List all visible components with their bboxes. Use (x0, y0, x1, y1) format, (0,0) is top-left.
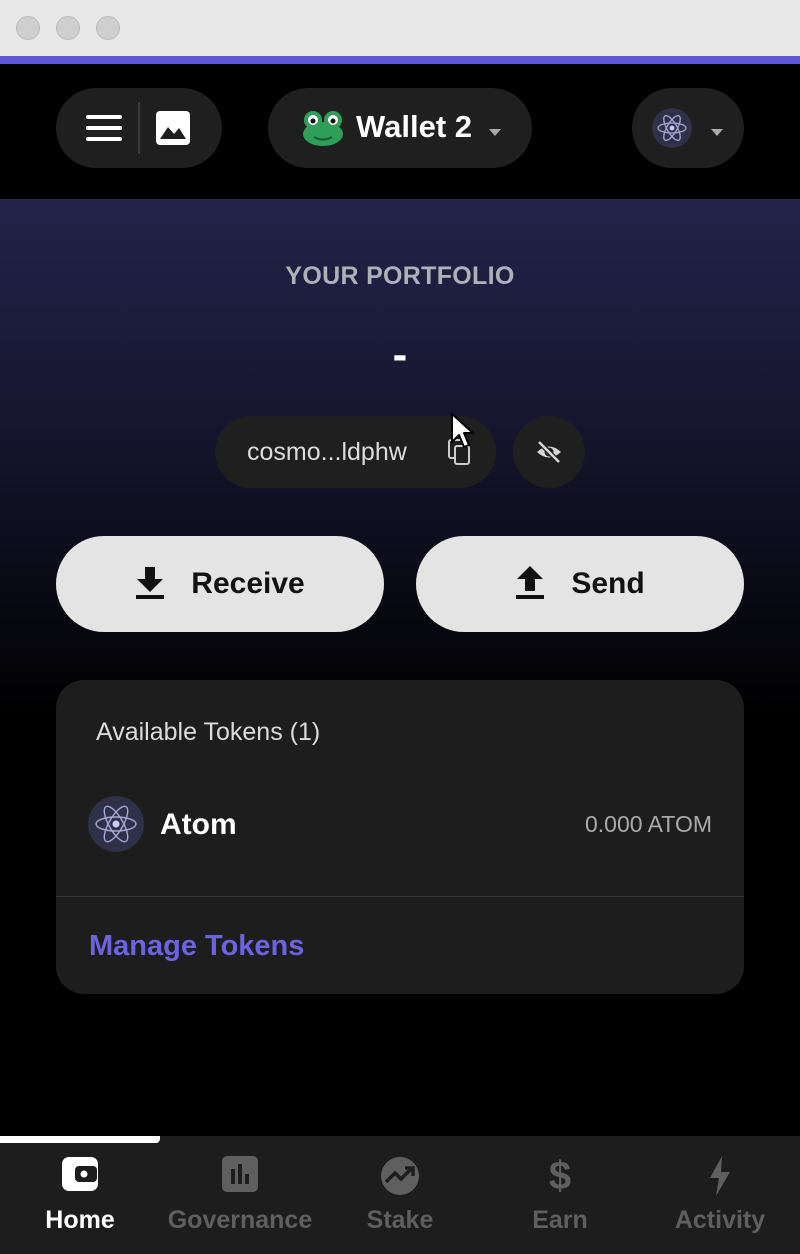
window-titlebar (0, 0, 800, 56)
tab-earn[interactable]: $ Earn (480, 1136, 640, 1254)
accent-bar (0, 56, 800, 64)
tab-governance[interactable]: Governance (160, 1136, 320, 1254)
network-selector[interactable] (632, 88, 744, 168)
chevron-down-icon (489, 124, 501, 142)
wallet-name: Wallet 2 (356, 109, 472, 144)
wallet-app: Wallet 2 YOUR PORTFOLIO - cosmo...ldphw … (0, 64, 800, 1254)
tab-activity-label: Activity (674, 1206, 766, 1234)
image-gallery-icon[interactable] (155, 110, 191, 146)
wallet-icon (61, 1156, 99, 1200)
tab-activity[interactable]: Activity (640, 1136, 800, 1254)
receive-button[interactable]: Receive (56, 536, 384, 632)
tab-earn-label: Earn (532, 1206, 588, 1234)
divider (138, 102, 140, 154)
send-label: Send (571, 567, 645, 600)
tab-governance-label: Governance (167, 1206, 313, 1234)
token-balance: 0.000 ATOM (585, 811, 712, 837)
lightning-icon (708, 1156, 732, 1200)
portfolio-label: YOUR PORTFOLIO (285, 262, 515, 290)
zoom-window-button[interactable] (96, 16, 120, 40)
minimize-window-button[interactable] (56, 16, 80, 40)
close-window-button[interactable] (16, 16, 40, 40)
portfolio-value: - (392, 330, 408, 379)
chevron-down-icon (711, 124, 723, 142)
hide-balance-button[interactable] (513, 416, 585, 488)
download-icon (135, 565, 165, 604)
wallet-selector[interactable]: Wallet 2 (268, 88, 532, 168)
frog-avatar-icon (302, 108, 344, 148)
dollar-icon: $ (548, 1154, 572, 1198)
chart-icon (222, 1156, 258, 1200)
token-row[interactable]: Atom 0.000 ATOM (88, 796, 712, 852)
portfolio-section: YOUR PORTFOLIO - cosmo...ldphw Receive S… (0, 200, 800, 720)
trending-icon (380, 1156, 420, 1200)
tokens-header: Available Tokens (1) (96, 718, 321, 746)
menu-gallery-group (56, 88, 222, 168)
tab-stake[interactable]: Stake (320, 1136, 480, 1254)
receive-label: Receive (191, 567, 305, 600)
available-tokens-card: Available Tokens (1) Atom 0.000 ATOM Man… (56, 680, 744, 994)
app-header: Wallet 2 (0, 64, 800, 200)
atom-token-icon (88, 796, 144, 852)
divider (56, 896, 744, 897)
menu-icon[interactable] (86, 114, 122, 142)
cosmos-network-icon (652, 108, 692, 148)
eye-off-icon (535, 440, 563, 464)
bottom-nav: Home Governance Stake $ Earn Activity (0, 1136, 800, 1254)
send-button[interactable]: Send (416, 536, 744, 632)
tab-stake-label: Stake (366, 1206, 434, 1234)
manage-tokens-link[interactable]: Manage Tokens (89, 930, 304, 963)
mouse-cursor-icon (450, 412, 476, 455)
wallet-address: cosmo...ldphw (247, 438, 407, 466)
tab-home-label: Home (45, 1206, 115, 1234)
upload-icon (515, 565, 545, 604)
tab-home[interactable]: Home (0, 1136, 160, 1254)
token-name: Atom (160, 808, 237, 841)
